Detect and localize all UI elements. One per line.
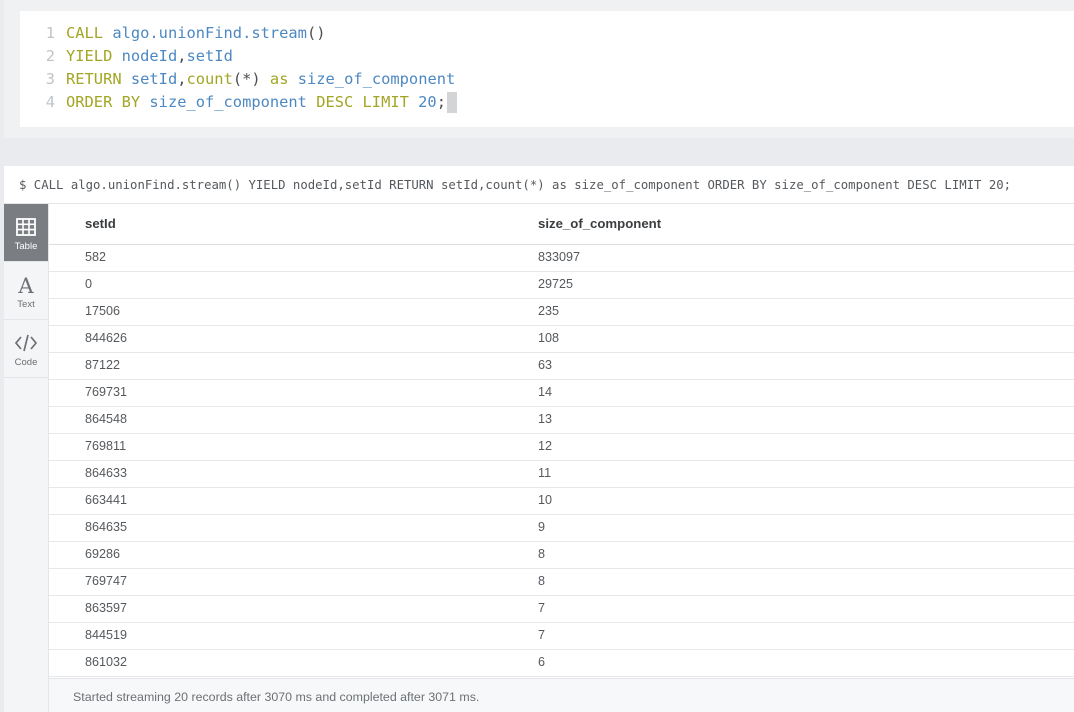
cell-setid: 663441 bbox=[85, 493, 128, 507]
text-icon: A bbox=[17, 274, 34, 296]
cell-setid: 582 bbox=[85, 250, 107, 264]
table-row: 0 29725 bbox=[49, 272, 1074, 299]
svg-text:A: A bbox=[17, 274, 34, 296]
cell-size-of-component: 8 bbox=[538, 574, 546, 588]
code-line[interactable]: 2 YIELD nodeId,setId bbox=[20, 45, 233, 68]
table-row: 864548 13 bbox=[49, 407, 1074, 434]
table-row: 844519 7 bbox=[49, 623, 1074, 650]
code-token: size_of_component bbox=[149, 93, 317, 111]
cell-setid: 861032 bbox=[85, 655, 128, 669]
table-header: setId size_of_component bbox=[49, 204, 1074, 245]
code-line[interactable]: 4 ORDER BY size_of_component DESC LIMIT 2… bbox=[20, 91, 457, 114]
table-row: 769731 14 bbox=[49, 380, 1074, 407]
tab-code-label: Code bbox=[14, 357, 38, 368]
cell-size-of-component: 10 bbox=[538, 493, 553, 507]
cell-setid: 87122 bbox=[85, 358, 121, 372]
frame-header: $ CALL algo.unionFind.stream() YIELD nod… bbox=[4, 166, 1074, 204]
code-token: nodeId bbox=[121, 47, 178, 65]
cell-size-of-component: 7 bbox=[538, 628, 546, 642]
code-token: size_of_component bbox=[297, 70, 456, 88]
cell-setid: 769811 bbox=[85, 439, 127, 453]
editor-frame: 1 CALL algo.unionFind.stream() 2 YIELD node… bbox=[4, 0, 1074, 138]
code-line[interactable]: 1 CALL algo.unionFind.stream() bbox=[20, 22, 326, 45]
query-editor[interactable]: 1 CALL algo.unionFind.stream() 2 YIELD node… bbox=[20, 11, 1074, 127]
cell-setid: 0 bbox=[85, 277, 93, 291]
column-header-size-of-component: size_of_component bbox=[538, 216, 662, 231]
cell-size-of-component: 8 bbox=[538, 547, 546, 561]
tab-text[interactable]: A Text bbox=[4, 262, 48, 320]
column-header-setid: setId bbox=[85, 216, 116, 231]
cell-setid: 844626 bbox=[85, 331, 128, 345]
cell-size-of-component: 235 bbox=[538, 304, 560, 318]
code-token: setId bbox=[186, 47, 233, 65]
cell-size-of-component: 63 bbox=[538, 358, 553, 372]
frame-query-text[interactable]: $ CALL algo.unionFind.stream() YIELD nod… bbox=[19, 178, 1011, 192]
table-row: 863597 7 bbox=[49, 596, 1074, 623]
cell-size-of-component: 11 bbox=[538, 466, 552, 480]
table-row: 69286 8 bbox=[49, 542, 1074, 569]
cell-size-of-component: 14 bbox=[538, 385, 553, 399]
text-cursor bbox=[446, 92, 457, 113]
code-token: 20 bbox=[418, 93, 437, 111]
code-token: () bbox=[306, 24, 326, 42]
status-bar: Started streaming 20 records after 3070 … bbox=[49, 678, 1074, 712]
cell-size-of-component: 12 bbox=[538, 439, 553, 453]
cell-size-of-component: 13 bbox=[538, 412, 553, 426]
table-row: 769811 12 bbox=[49, 434, 1074, 461]
code-token: ; bbox=[436, 93, 446, 111]
cell-size-of-component: 833097 bbox=[538, 250, 581, 264]
cell-setid: 864635 bbox=[85, 520, 128, 534]
cell-setid: 844519 bbox=[85, 628, 128, 642]
table-row: 769747 8 bbox=[49, 569, 1074, 596]
cell-setid: 769747 bbox=[85, 574, 128, 588]
cell-setid: 769731 bbox=[85, 385, 128, 399]
cell-setid: 864548 bbox=[85, 412, 128, 426]
code-line[interactable]: 3 RETURN setId,count(*) as size_of_compon… bbox=[20, 68, 456, 91]
table-icon bbox=[16, 218, 36, 236]
tab-code[interactable]: Code bbox=[4, 320, 48, 378]
code-token: count bbox=[186, 70, 233, 88]
status-text: Started streaming 20 records after 3070 … bbox=[73, 690, 480, 704]
cell-size-of-component: 9 bbox=[538, 520, 546, 534]
tab-table-label: Table bbox=[14, 241, 38, 252]
code-token: RETURN bbox=[66, 70, 131, 88]
code-token: algo.unionFind.stream bbox=[112, 24, 307, 42]
table-row: 864633 11 bbox=[49, 461, 1074, 488]
view-sidebar: Table A Text Code bbox=[4, 204, 49, 712]
line-number: 1 bbox=[45, 24, 55, 42]
cell-setid: 69286 bbox=[85, 547, 121, 561]
code-token: , bbox=[177, 47, 187, 65]
table-row: 663441 10 bbox=[49, 488, 1074, 515]
cell-setid: 863597 bbox=[85, 601, 128, 615]
code-token: DESC LIMIT bbox=[316, 93, 419, 111]
code-token: CALL bbox=[66, 24, 113, 42]
table-row: 17506 235 bbox=[49, 299, 1074, 326]
cell-size-of-component: 29725 bbox=[538, 277, 574, 291]
table-row: 864635 9 bbox=[49, 515, 1074, 542]
tab-table[interactable]: Table bbox=[4, 204, 48, 262]
line-number: 4 bbox=[45, 93, 55, 111]
line-number: 2 bbox=[45, 47, 55, 65]
result-frame: $ CALL algo.unionFind.stream() YIELD nod… bbox=[4, 166, 1074, 712]
cell-size-of-component: 7 bbox=[538, 601, 546, 615]
cell-size-of-component: 108 bbox=[538, 331, 560, 345]
cell-setid: 864633 bbox=[85, 466, 128, 480]
tab-text-label: Text bbox=[17, 299, 35, 310]
code-icon bbox=[15, 334, 37, 352]
table-row: 861032 6 bbox=[49, 650, 1074, 677]
code-token: (*) bbox=[232, 70, 270, 88]
code-token: , bbox=[177, 70, 187, 88]
code-token: ORDER BY bbox=[66, 93, 150, 111]
code-token: setId bbox=[130, 70, 178, 88]
cell-setid: 17506 bbox=[85, 304, 121, 318]
code-token: as bbox=[269, 70, 298, 88]
line-number: 3 bbox=[45, 70, 55, 88]
table-row: 87122 63 bbox=[49, 353, 1074, 380]
code-token: YIELD bbox=[66, 47, 122, 65]
table-row: 844626 108 bbox=[49, 326, 1074, 353]
table-row: 582 833097 bbox=[49, 245, 1074, 272]
table-body: 582 833097 0 29725 17506 235 844626 108 87122 63 7… bbox=[49, 245, 1074, 677]
cell-size-of-component: 6 bbox=[538, 655, 546, 669]
